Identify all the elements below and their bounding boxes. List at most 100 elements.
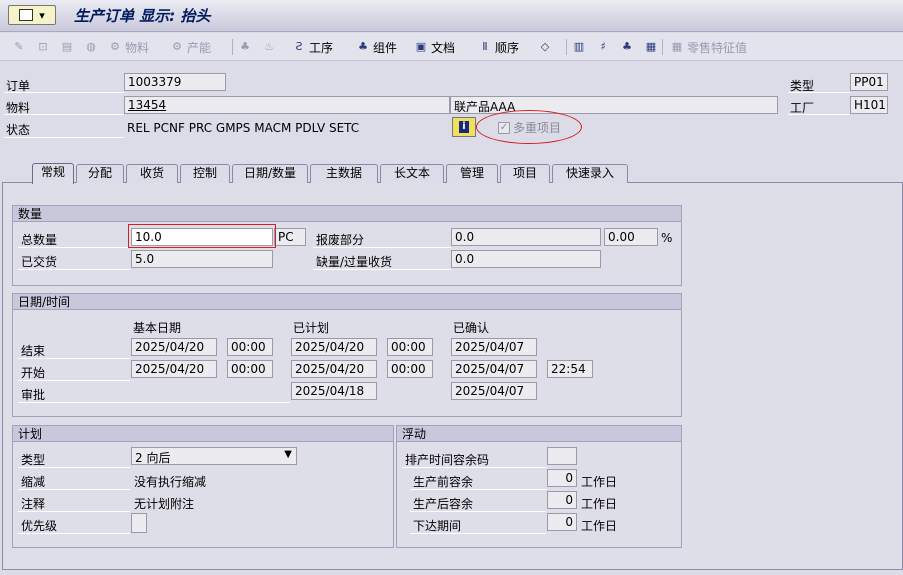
dropdown-arrow-icon: ▼ bbox=[284, 449, 292, 460]
end-sched-date: 2025/04/20 bbox=[291, 338, 377, 356]
float-before-unit: 工作日 bbox=[581, 475, 618, 489]
toolbar-label: 物料 bbox=[125, 40, 150, 55]
toolbar-button-12[interactable]: ◇ bbox=[538, 37, 552, 57]
system-menu-button[interactable]: ▾ bbox=[8, 5, 56, 25]
tab-4[interactable]: 日期/数量 bbox=[232, 164, 308, 183]
delivered-field: 5.0 bbox=[131, 250, 273, 268]
highlight-oval bbox=[476, 110, 582, 144]
end-basic-time: 00:00 bbox=[227, 338, 273, 356]
status-value: REL PCNF PRC GMPS MACM PDLV SETC bbox=[127, 121, 360, 135]
release-label: 审批 bbox=[21, 388, 46, 402]
plant-field[interactable]: H101 bbox=[850, 96, 888, 114]
plan-type-value: 2 向后 bbox=[135, 451, 171, 465]
toolbar-label: 零售特征值 bbox=[687, 40, 748, 55]
toolbar-icon: ⚙ bbox=[110, 40, 120, 53]
chevron-down-icon: ▾ bbox=[39, 8, 45, 22]
toolbar-icon: ▦ bbox=[671, 40, 683, 53]
planning-group-title: 计划 bbox=[13, 426, 393, 442]
status-info-button[interactable]: i bbox=[452, 117, 476, 137]
toolbar-button-11[interactable]: Ⅱ 顺序 bbox=[478, 37, 519, 57]
float-release-field: 0 bbox=[547, 513, 577, 531]
reduce-value: 没有执行缩减 bbox=[134, 475, 207, 489]
toolbar-button-3[interactable]: ◍ bbox=[84, 37, 98, 57]
toolbar-button-14[interactable]: ♯ bbox=[596, 37, 610, 57]
toolbar-icon: ⊡ bbox=[38, 40, 48, 53]
float-after-label: 生产后容余 bbox=[413, 497, 474, 511]
float-release-label: 下达期间 bbox=[413, 519, 462, 533]
end-label: 结束 bbox=[21, 344, 46, 358]
material-desc-field: 联产品AAA bbox=[450, 96, 778, 114]
plan-type-select[interactable]: 2 向后 ▼ bbox=[131, 447, 297, 465]
tab-0[interactable]: 常规 bbox=[32, 163, 74, 184]
tab-6[interactable]: 长文本 bbox=[380, 164, 444, 183]
page-title: 生产订单 显示: 抬头 bbox=[74, 7, 211, 25]
tab-5[interactable]: 主数据 bbox=[310, 164, 378, 183]
scrap-field: 0.0 bbox=[451, 228, 601, 246]
toolbar-button-0[interactable]: ✎ bbox=[12, 37, 26, 57]
highlight-box bbox=[128, 224, 276, 248]
toolbar-button-1[interactable]: ⊡ bbox=[36, 37, 50, 57]
toolbar-button-8[interactable]: Ƨ 工序 bbox=[292, 37, 334, 57]
toolbar-button-15[interactable]: ♣ bbox=[620, 37, 634, 57]
start-conf-time: 22:54 bbox=[547, 360, 593, 378]
scrap-pct-field: 0.00 bbox=[604, 228, 658, 246]
reduce-label: 缩减 bbox=[21, 475, 46, 489]
toolbar-icon: ♣ bbox=[622, 40, 632, 53]
start-basic-date: 2025/04/20 bbox=[131, 360, 217, 378]
menu-icon bbox=[19, 9, 34, 21]
toolbar-label: 顺序 bbox=[495, 40, 520, 55]
toolbar-button-9[interactable]: ♣ 组件 bbox=[356, 37, 397, 57]
toolbar-icon: ◍ bbox=[86, 40, 96, 53]
toolbar-label: 组件 bbox=[373, 40, 398, 55]
tab-3[interactable]: 控制 bbox=[180, 164, 230, 183]
short-label: 缺量/过量收货 bbox=[316, 255, 393, 269]
percent-label: % bbox=[661, 231, 673, 245]
toolbar-icon: ▤ bbox=[61, 40, 73, 53]
float-group-title: 浮动 bbox=[397, 426, 681, 442]
status-label: 状态 bbox=[6, 123, 31, 137]
toolbar-icon: ▣ bbox=[415, 40, 427, 53]
info-icon: i bbox=[459, 121, 469, 133]
release-sched-date: 2025/04/18 bbox=[291, 382, 377, 400]
material-field[interactable]: 13454 bbox=[124, 96, 450, 114]
basic-date-header: 基本日期 bbox=[133, 321, 182, 335]
note-label: 注释 bbox=[21, 497, 46, 511]
start-conf-date: 2025/04/07 bbox=[451, 360, 537, 378]
toolbar-separator bbox=[662, 39, 663, 55]
end-conf-date: 2025/04/07 bbox=[451, 338, 537, 356]
float-after-field: 0 bbox=[547, 491, 577, 509]
float-before-label: 生产前容余 bbox=[413, 475, 474, 489]
float-key-field[interactable] bbox=[547, 447, 577, 465]
tab-8[interactable]: 项目 bbox=[500, 164, 550, 183]
type-field[interactable]: PP01 bbox=[850, 73, 888, 91]
priority-field[interactable] bbox=[131, 513, 147, 533]
toolbar-button-7[interactable]: ♨ bbox=[262, 37, 276, 57]
toolbar-icon: ♯ bbox=[600, 40, 606, 53]
dates-group-title: 日期/时间 bbox=[13, 294, 681, 310]
tab-2[interactable]: 收货 bbox=[126, 164, 178, 183]
toolbar-icon: ⚙ bbox=[172, 40, 182, 53]
toolbar-icon: ♣ bbox=[240, 40, 250, 53]
plan-type-label: 类型 bbox=[21, 453, 46, 467]
toolbar-label: 产能 bbox=[187, 40, 212, 55]
scheduled-header: 已计划 bbox=[293, 321, 330, 335]
end-sched-time: 00:00 bbox=[387, 338, 433, 356]
toolbar-button-5[interactable]: ⚙ 产能 bbox=[170, 37, 211, 57]
tab-1[interactable]: 分配 bbox=[76, 164, 124, 183]
toolbar-button-16[interactable]: ▦ bbox=[644, 37, 658, 57]
toolbar-label: 文档 bbox=[431, 40, 456, 55]
order-field[interactable]: 1003379 bbox=[124, 73, 226, 91]
toolbar-button-2[interactable]: ▤ bbox=[60, 37, 74, 57]
toolbar-button-13[interactable]: ▥ bbox=[572, 37, 586, 57]
tab-9[interactable]: 快速录入 bbox=[552, 164, 628, 183]
toolbar-button-17[interactable]: ▦ 零售特征值 bbox=[670, 37, 747, 57]
scrap-label: 报废部分 bbox=[316, 233, 365, 247]
start-sched-time: 00:00 bbox=[387, 360, 433, 378]
short-field: 0.0 bbox=[451, 250, 601, 268]
toolbar-button-4[interactable]: ⚙ 物料 bbox=[108, 37, 149, 57]
toolbar-button-10[interactable]: ▣ 文档 bbox=[414, 37, 455, 57]
toolbar-icon: ✎ bbox=[14, 40, 24, 53]
toolbar-button-6[interactable]: ♣ bbox=[238, 37, 252, 57]
tab-7[interactable]: 管理 bbox=[446, 164, 498, 183]
delivered-label: 已交货 bbox=[21, 255, 58, 269]
